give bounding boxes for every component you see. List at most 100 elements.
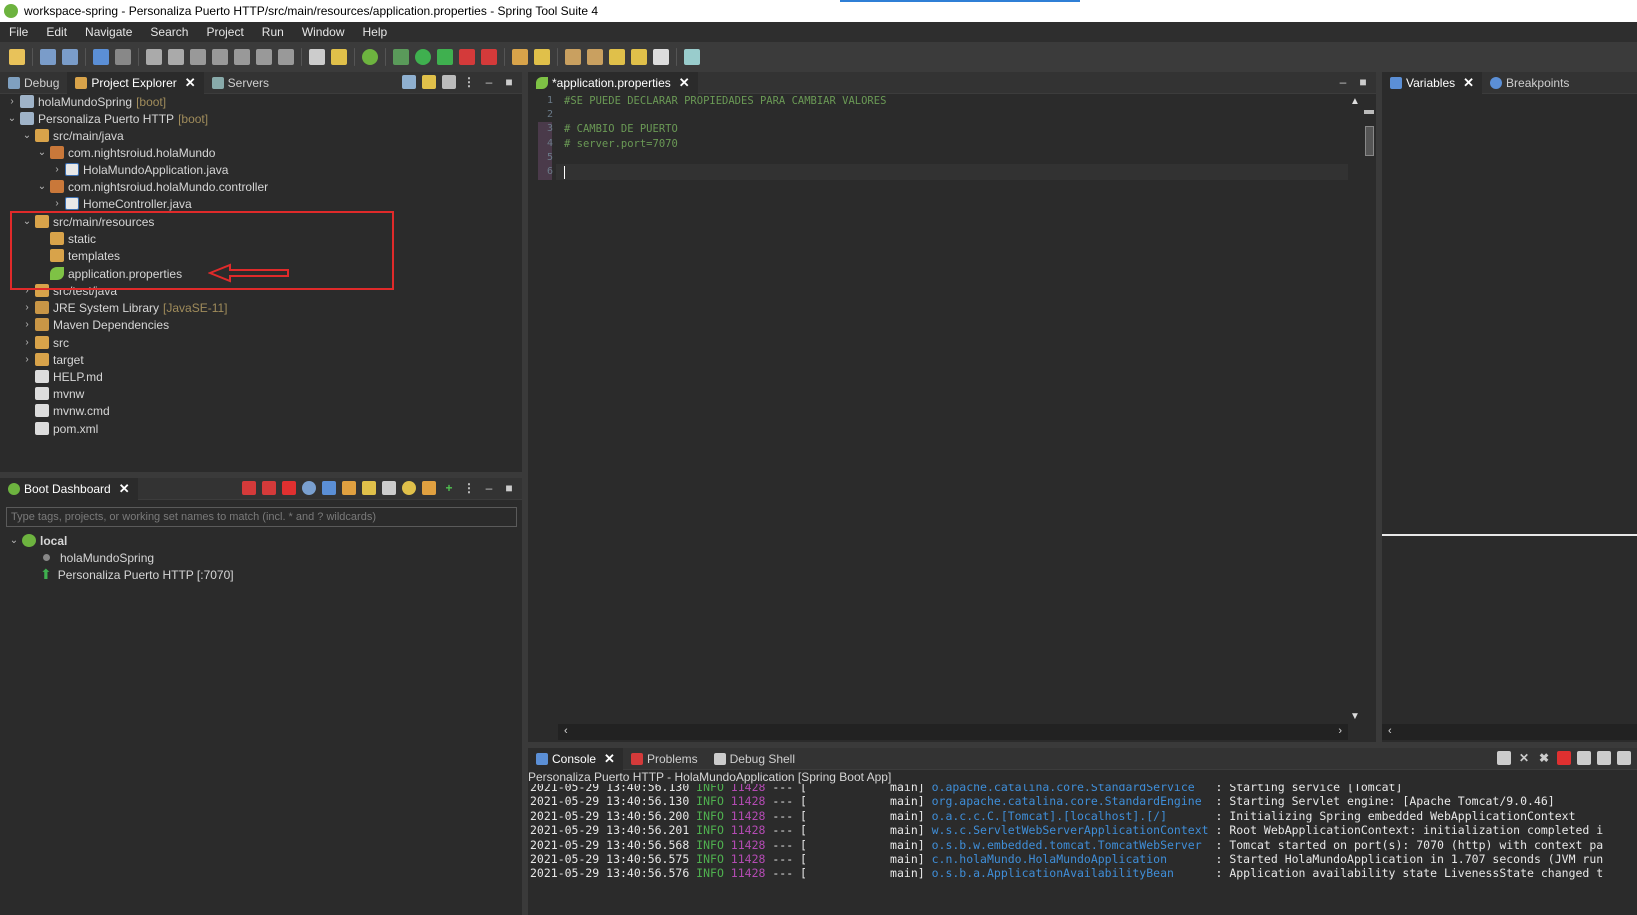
chevron-right-icon[interactable]: › [21,319,33,330]
coverage-icon[interactable] [437,49,453,65]
drop-to-frame-icon[interactable] [309,49,325,65]
tree-item-homecontroller[interactable]: › HomeController.java [51,195,191,212]
variables-horizontal-scrollbar[interactable]: ‹ [1382,724,1637,740]
step-into-icon[interactable] [234,49,250,65]
terminate-icon[interactable] [1557,751,1571,765]
stop-icon[interactable] [459,49,475,65]
resume-icon[interactable] [146,49,162,65]
new-icon[interactable] [9,49,25,65]
menu-edit[interactable]: Edit [37,25,76,39]
tree-item-src[interactable]: › src [21,334,69,351]
word-wrap-icon[interactable] [1617,751,1631,765]
tree-item-app-personaliza[interactable]: ⬆ Personaliza Puerto HTTP [:7070] [40,566,234,583]
view-menu-icon[interactable]: ⋮ [462,481,476,495]
chevron-down-icon[interactable]: ⌄ [36,181,48,192]
close-icon[interactable]: ✕ [185,75,196,91]
tree-item-app-holamundospring[interactable]: holaMundoSpring [40,549,154,566]
tree-item-package-holamundo[interactable]: ⌄ com.nightsroiud.holaMundo [36,144,216,161]
open-type-icon[interactable] [512,49,528,65]
live-hover-icon[interactable] [402,481,416,495]
last-edit-icon[interactable] [609,49,625,65]
chevron-right-icon[interactable]: › [21,354,33,365]
stop-icon[interactable] [282,481,296,495]
remove-launch-icon[interactable]: ✕ [1517,751,1531,765]
scroll-lock-icon[interactable] [1597,751,1611,765]
collapse-all-icon[interactable] [402,75,416,89]
use-step-filters-icon[interactable] [331,49,347,65]
open-config-icon[interactable] [382,481,396,495]
tree-item-personaliza-puerto[interactable]: ⌄ Personaliza Puerto HTTP [boot] [6,110,208,127]
tree-item-jre-system-library[interactable]: › JRE System Library [JavaSE-11] [21,299,227,316]
editor-horizontal-scrollbar[interactable]: ‹ › [558,724,1348,740]
relaunch-icon[interactable] [1497,751,1511,765]
maximize-icon[interactable]: ■ [502,481,516,495]
code-line[interactable]: #SE PUEDE DECLARAR PROPIEDADES PARA CAMB… [564,95,886,107]
tree-item-pom-xml[interactable]: pom.xml [21,420,98,437]
open-console-icon[interactable] [322,481,336,495]
menu-file[interactable]: File [0,25,37,39]
close-icon[interactable]: ✕ [679,75,690,91]
scroll-right-icon[interactable]: › [1338,725,1342,737]
tab-debug-shell[interactable]: Debug Shell [706,748,803,770]
code-line[interactable]: # server.port=7070 [564,138,678,150]
chevron-right-icon[interactable]: › [6,96,18,107]
details-divider[interactable] [1382,534,1637,536]
tree-item-holamundoapplication[interactable]: › HolaMundoApplication.java [51,161,228,178]
maximize-icon[interactable]: ■ [502,75,516,89]
expose-icon[interactable] [422,481,436,495]
run-icon[interactable] [415,49,431,65]
menu-search[interactable]: Search [141,25,197,39]
tree-item-src-main-java[interactable]: ⌄ src/main/java [21,127,124,144]
close-icon[interactable]: ✕ [1463,75,1474,91]
chevron-right-icon[interactable]: › [51,198,63,209]
minimize-icon[interactable]: – [482,75,496,89]
code-line[interactable]: # CAMBIO DE PUERTO [564,123,678,135]
tab-problems[interactable]: Problems [623,748,706,770]
tree-item-mvnw[interactable]: mvnw [21,385,84,402]
save-icon[interactable] [40,49,56,65]
chevron-down-icon[interactable]: ⌄ [21,130,33,141]
tab-variables[interactable]: Variables ✕ [1382,71,1483,94]
edit-icon[interactable] [362,481,376,495]
restart-icon[interactable] [242,481,256,495]
restart-debug-icon[interactable] [262,481,276,495]
add-icon[interactable]: + [442,481,456,495]
terminal-icon[interactable] [93,49,109,65]
scroll-up-icon[interactable]: ▲ [1350,96,1360,107]
open-browser-icon[interactable] [302,481,316,495]
relaunch-icon[interactable] [481,49,497,65]
maximize-icon[interactable]: ■ [1356,75,1370,89]
chevron-down-icon[interactable]: ⌄ [8,535,20,546]
tree-item-package-controller[interactable]: ⌄ com.nightsroiud.holaMundo.controller [36,178,268,195]
boot-dashboard-icon[interactable] [362,49,378,65]
scroll-left-icon[interactable]: ‹ [1388,725,1392,737]
menu-navigate[interactable]: Navigate [76,25,141,39]
filter-icon[interactable] [442,75,456,89]
remove-all-icon[interactable]: ✖ [1537,751,1551,765]
forward-icon[interactable] [653,49,669,65]
perspective-icon[interactable] [684,49,700,65]
save-all-icon[interactable] [62,49,78,65]
tab-boot-dashboard[interactable]: Boot Dashboard ✕ [0,477,138,500]
previous-annotation-icon[interactable] [587,49,603,65]
boot-dashboard-filter-input[interactable] [6,507,517,527]
chevron-right-icon[interactable]: › [21,302,33,313]
view-menu-icon[interactable]: ⋮ [462,75,476,89]
tab-project-explorer[interactable]: Project Explorer ✕ [67,71,204,94]
debug-icon[interactable] [393,49,409,65]
step-over-icon[interactable] [256,49,272,65]
minimize-icon[interactable]: – [1336,75,1350,89]
menu-run[interactable]: Run [253,25,293,39]
skip-breakpoints-icon[interactable] [115,49,131,65]
disconnect-icon[interactable] [212,49,228,65]
step-return-icon[interactable] [278,49,294,65]
link-with-editor-icon[interactable] [422,75,436,89]
tab-servers[interactable]: Servers [204,72,277,94]
tree-item-local[interactable]: ⌄ local [8,532,68,549]
menu-help[interactable]: Help [354,25,397,39]
scroll-down-icon[interactable]: ▼ [1350,711,1360,722]
editor-vertical-scrollbar[interactable]: ▲ ▼ [1348,94,1362,724]
terminate-icon[interactable] [190,49,206,65]
tree-item-maven-dependencies[interactable]: › Maven Dependencies [21,316,169,333]
minimize-icon[interactable]: – [482,481,496,495]
